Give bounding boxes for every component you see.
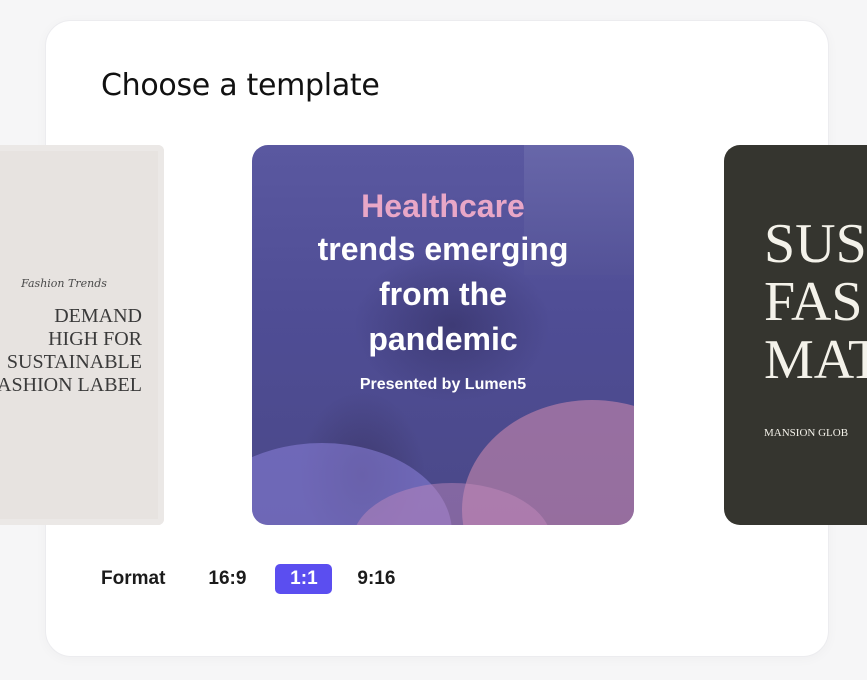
template-card-healthcare[interactable]: Healthcare trends emerging from the pand… [252, 145, 634, 525]
headline-line: MAT [764, 329, 867, 391]
template-byline: Presented by Lumen5 [359, 376, 527, 393]
template-subtext: MANSION GLOB [764, 427, 849, 439]
headline-line: FAS [764, 271, 863, 333]
headline-line: DEMAND [54, 305, 142, 327]
headline-line: SUS [764, 213, 867, 275]
headline-line: FASHION LABEL [0, 374, 142, 396]
template-headline: SUS FAS MAT [764, 215, 867, 389]
template-headline: DEMAND HIGH FOR SUSTAINABLE FASHION LABE… [0, 305, 142, 397]
template-card-fashion[interactable]: Fashion Trends DEMAND HIGH FOR SUSTAINAB… [0, 145, 164, 525]
format-label: Format [101, 568, 166, 589]
template-title-line: pandemic [368, 321, 518, 357]
headline-line: SUSTAINABLE [6, 351, 142, 373]
template-script-text: Fashion Trends [21, 277, 107, 290]
format-option-1-1[interactable]: 1:1 [275, 564, 333, 594]
format-option-16-9[interactable]: 16:9 [207, 565, 247, 593]
format-selector: Format 16:9 1:1 9:16 [101, 564, 396, 594]
template-title-line: trends emerging [317, 231, 569, 267]
template-title-line: from the [379, 276, 507, 312]
template-card-sustainable-fashion[interactable]: SUS FAS MAT MANSION GLOB [724, 145, 867, 525]
headline-line: HIGH FOR [48, 328, 142, 350]
format-option-9-16[interactable]: 9:16 [356, 565, 396, 593]
template-kicker: Healthcare [361, 188, 525, 224]
template-text: Healthcare trends emerging from the pand… [252, 185, 634, 394]
